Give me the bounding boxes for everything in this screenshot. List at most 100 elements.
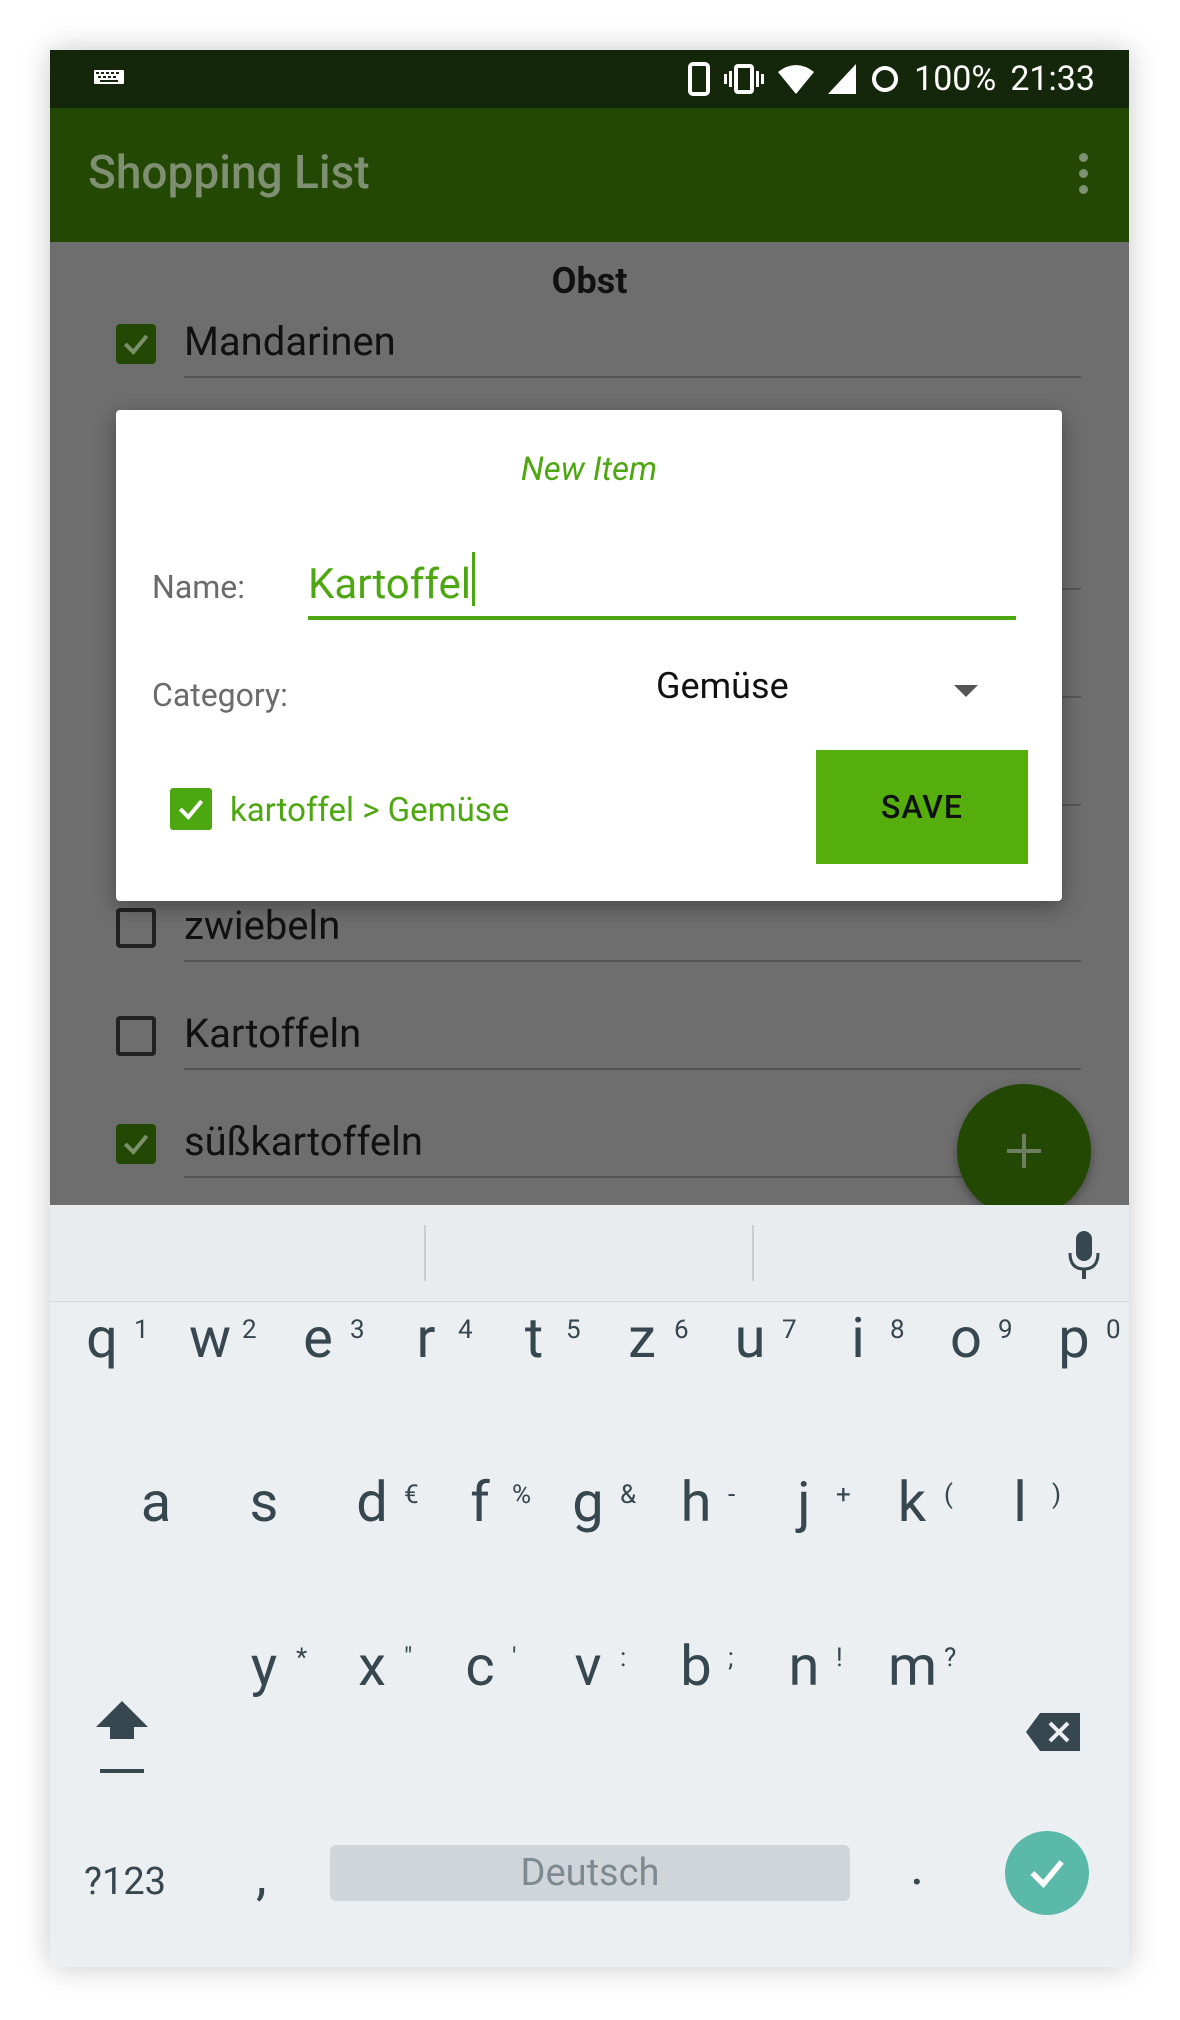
space-key[interactable]: Deutsch [330,1845,850,1901]
key-l[interactable]: l [996,1469,1044,1535]
category-label: Category: [152,676,288,714]
more-vert-icon[interactable] [1079,153,1089,197]
item-checkbox[interactable] [116,908,156,948]
key-k[interactable]: k [888,1469,936,1535]
symbols-key[interactable]: ?123 [84,1860,166,1904]
key-o[interactable]: o [942,1305,990,1371]
key-hint: 8 [890,1315,905,1345]
text-cursor [471,552,475,606]
backspace-icon[interactable] [1024,1711,1082,1753]
item-underline [184,960,1081,962]
key-g[interactable]: g [564,1469,612,1535]
app-title: Shopping List [88,146,370,200]
key-hint: 0 [1106,1315,1121,1345]
keyboard-icon [94,70,124,84]
key-r[interactable]: r [402,1305,450,1371]
key-t[interactable]: t [510,1305,558,1371]
item-label: Mandarinen [184,318,396,365]
category-selected-value: Gemüse [656,665,789,707]
key-hint: 5 [566,1315,581,1345]
list-item[interactable]: Kartoffeln [50,992,1129,1100]
key-hint: : [620,1643,627,1673]
key-u[interactable]: u [726,1305,774,1371]
signal-icon [828,64,857,94]
suggestion-divider [752,1225,754,1281]
key-hint: ) [1052,1480,1062,1510]
key-s[interactable]: s [240,1469,288,1535]
status-bar: 100% 21:33 [50,50,1129,108]
sync-icon [872,66,899,92]
item-label: Kartoffeln [184,1010,362,1057]
phone-icon [688,62,711,96]
key-hint: ? [944,1643,957,1673]
dialog-title: New Item [520,450,658,489]
item-checkbox[interactable] [116,1016,156,1056]
mic-icon[interactable] [1066,1229,1102,1281]
key-f[interactable]: f [456,1469,504,1535]
key-hint: & [620,1480,637,1510]
key-v[interactable]: v [564,1633,612,1699]
key-w[interactable]: w [186,1305,234,1371]
vibrate-icon [724,64,765,94]
remember-category-checkbox[interactable] [170,788,212,830]
key-d[interactable]: d [348,1469,396,1535]
key-hint: 7 [782,1315,797,1345]
dropdown-arrow-icon [954,685,978,697]
enter-key[interactable] [1005,1831,1089,1915]
key-m[interactable]: m [888,1633,937,1699]
key-hint: 9 [998,1315,1013,1345]
name-label: Name: [152,568,246,606]
phone-screen: 100% 21:33 Shopping List Obst Mandarinen… [50,50,1129,1967]
checkmark-icon [1030,1860,1064,1889]
new-item-dialog: New Item Name: Kartoffel Category: Gemüs… [116,410,1062,901]
key-hint: 6 [674,1315,689,1345]
checkmark-icon [123,1134,149,1155]
key-hint: + [836,1480,851,1510]
remember-category-label[interactable]: kartoffel > Gemüse [230,791,509,830]
key-p[interactable]: p [1050,1305,1098,1371]
key-n[interactable]: n [780,1633,828,1699]
key-j[interactable]: j [780,1469,828,1535]
key-hint: 2 [242,1315,257,1345]
name-input[interactable]: Kartoffel [308,552,1016,620]
period-key[interactable]: . [910,1835,924,1898]
item-checkbox[interactable] [116,324,156,364]
key-hint: ' [512,1643,517,1673]
comma-key[interactable]: , [256,1845,267,1908]
soft-keyboard: q 1 w 2 e 3 r 4 t 5 z 6 u 7 i 8 o 9 p 0 a s d € f% g & h - j + k (l) y * x "… [50,1205,1129,1967]
key-hint: ; [728,1643,734,1673]
key-a[interactable]: a [132,1469,180,1535]
save-button[interactable]: SAVE [816,750,1028,864]
key-e[interactable]: e [294,1305,342,1371]
key-y[interactable]: y [240,1633,288,1699]
item-underline [184,1176,1081,1178]
key-hint: ( [944,1480,953,1510]
item-checkbox[interactable] [116,1124,156,1164]
shift-icon[interactable] [94,1697,150,1777]
key-b[interactable]: b [672,1633,720,1699]
key-hint: - [728,1480,736,1510]
checkmark-icon [123,334,149,355]
suggestion-divider [424,1225,426,1281]
key-q[interactable]: q [78,1305,126,1371]
key-h[interactable]: h [672,1469,720,1535]
key-z[interactable]: z [618,1305,666,1371]
item-underline [184,376,1081,378]
key-c[interactable]: c [456,1633,504,1699]
key-x[interactable]: x [348,1633,396,1699]
key-hint: ! [836,1643,843,1673]
suggestion-bar [50,1205,1129,1302]
key-hint: 3 [350,1315,365,1345]
item-underline [184,1068,1081,1070]
add-item-fab[interactable] [957,1084,1091,1218]
key-i[interactable]: i [834,1305,882,1371]
key-hint: " [404,1643,413,1673]
app-toolbar: Shopping List [50,108,1129,242]
key-hint: 4 [458,1315,473,1345]
battery-text: 100% [914,59,997,99]
key-hint: 1 [134,1315,149,1345]
key-hint: % [512,1480,532,1510]
list-item[interactable]: Mandarinen [50,292,1129,400]
item-label: süßkartoffeln [184,1118,423,1165]
category-dropdown[interactable]: Gemüse [656,665,1016,725]
